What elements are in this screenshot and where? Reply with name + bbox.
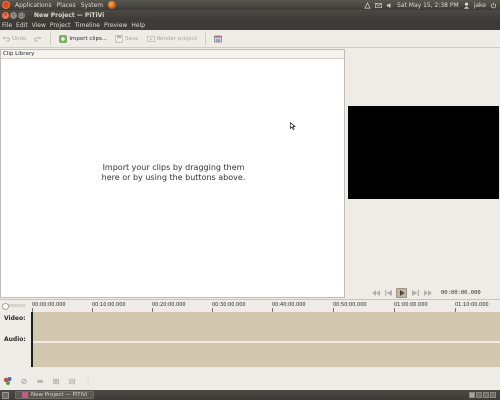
ruler-tick: 00:50:00.000 [333,302,367,314]
workspace-switcher[interactable] [469,392,500,398]
power-icon[interactable] [490,2,497,9]
top-panel: Applications Places System Sat May 15, 2… [0,0,500,10]
clip-library-empty-message: Import your clips by dragging them here … [101,163,246,182]
close-window-button[interactable]: × [2,11,9,19]
ruler-tick: 00:30:00.000 [212,302,246,314]
menu-timeline[interactable]: Timeline [74,22,100,29]
taskbar: New Project — PiTiVi [0,390,500,400]
window-title-bar[interactable]: × – □ New Project — PiTiVi [0,10,500,20]
ruler-tick: 01:10:00.000 [455,302,489,314]
ubuntu-logo-icon[interactable] [2,1,10,9]
menu-project[interactable]: Project [50,22,71,29]
maximize-window-button[interactable]: □ [18,11,25,19]
ruler-tick: 00:20:00.000 [152,302,186,314]
menu-help[interactable]: Help [131,22,145,29]
timeline-ruler[interactable]: 00:00:00.000 00:10:00.000 00:20:00.000 0… [0,299,500,314]
mail-icon[interactable] [375,2,382,9]
timeline-toolbar: ⊘ ⇹ ⊞ ⊟ ⫶ [0,372,500,390]
ruler-tick: 00:40:00.000 [272,302,306,314]
track-labels: Video: Audio: [0,312,31,367]
rewind-icon [384,290,392,296]
menubar: File Edit View Project Timeline Preview … [0,20,500,30]
import-clips-button[interactable]: Import clips... [59,34,107,43]
workspace-1[interactable] [469,392,475,398]
redo-button[interactable] [34,35,42,43]
zoom-slider[interactable] [2,303,26,310]
audio-track-label: Audio: [4,336,26,343]
unlink-button[interactable]: ⊘ [19,376,29,386]
render-icon [146,35,155,42]
go-to-end-button[interactable] [422,288,433,298]
workspace-3[interactable] [483,392,489,398]
toolbar-separator [205,32,206,45]
redo-icon [34,35,42,41]
save-icon [115,34,123,43]
workspace-2[interactable] [476,392,482,398]
clip-library-panel[interactable]: Clip Library Import your clips by draggi… [0,49,345,298]
minimize-window-button[interactable]: – [10,11,17,19]
taskbar-window-button[interactable]: New Project — PiTiVi [15,391,95,399]
fullscreen-button[interactable] [214,35,222,43]
go-to-start-button[interactable] [370,288,381,298]
menu-preview[interactable]: Preview [104,22,127,29]
fullscreen-icon [214,35,222,42]
volume-icon[interactable] [386,2,393,9]
align-button[interactable]: ⫶ [83,376,93,386]
undo-icon [2,35,10,41]
user-menu[interactable]: jake [474,2,486,9]
effects-button[interactable] [3,376,13,386]
menu-view[interactable]: View [32,22,46,29]
skip-backward-icon [371,290,380,296]
skip-forward-icon [423,290,432,296]
workspace-4[interactable] [490,392,496,398]
play-icon [399,290,404,296]
playhead-time: 00:00:00.000 [441,290,481,296]
add-icon [59,34,68,43]
render-project-button[interactable]: Render project [146,35,197,43]
show-desktop-icon[interactable] [2,391,9,399]
ruler-tick: 00:00:00.000 [32,302,66,314]
ruler-tick: 00:10:00.000 [92,302,126,314]
ruler-tick: 01:00:00.000 [394,302,428,314]
main-toolbar: Undo Import clips... Save Render project [0,30,500,48]
window-title: New Project — PiTiVi [34,11,105,19]
effects-icon [3,377,12,385]
video-track-label: Video: [4,315,26,322]
places-menu[interactable]: Places [57,2,76,9]
timeline-tracks[interactable] [31,312,500,367]
save-button[interactable]: Save [115,34,139,43]
firefox-launcher-icon[interactable] [108,1,117,9]
mouse-cursor-icon [290,122,296,130]
ungroup-button[interactable]: ⊟ [67,376,77,386]
undo-button[interactable]: Undo [2,35,26,43]
menu-file[interactable]: File [2,22,12,29]
forward-button[interactable] [409,288,420,298]
system-menu[interactable]: System [81,2,103,9]
group-button[interactable]: ⊞ [51,376,61,386]
clip-library-tab[interactable]: Clip Library [1,50,344,59]
fast-forward-icon [411,290,419,296]
toolbar-separator [50,32,52,45]
applications-menu[interactable]: Applications [15,2,52,9]
pitivi-app-icon [22,392,28,398]
network-icon[interactable] [364,1,371,9]
video-viewer[interactable] [348,106,499,199]
rewind-button[interactable] [383,288,394,298]
menu-edit[interactable]: Edit [16,22,28,29]
clock[interactable]: Sat May 15, 2:38 PM [397,2,459,9]
user-icon[interactable] [463,2,470,9]
split-button[interactable]: ⇹ [35,376,45,386]
playback-controls: 00:00:00.000 [370,287,500,299]
play-button[interactable] [396,288,407,298]
track-divider [33,341,500,343]
